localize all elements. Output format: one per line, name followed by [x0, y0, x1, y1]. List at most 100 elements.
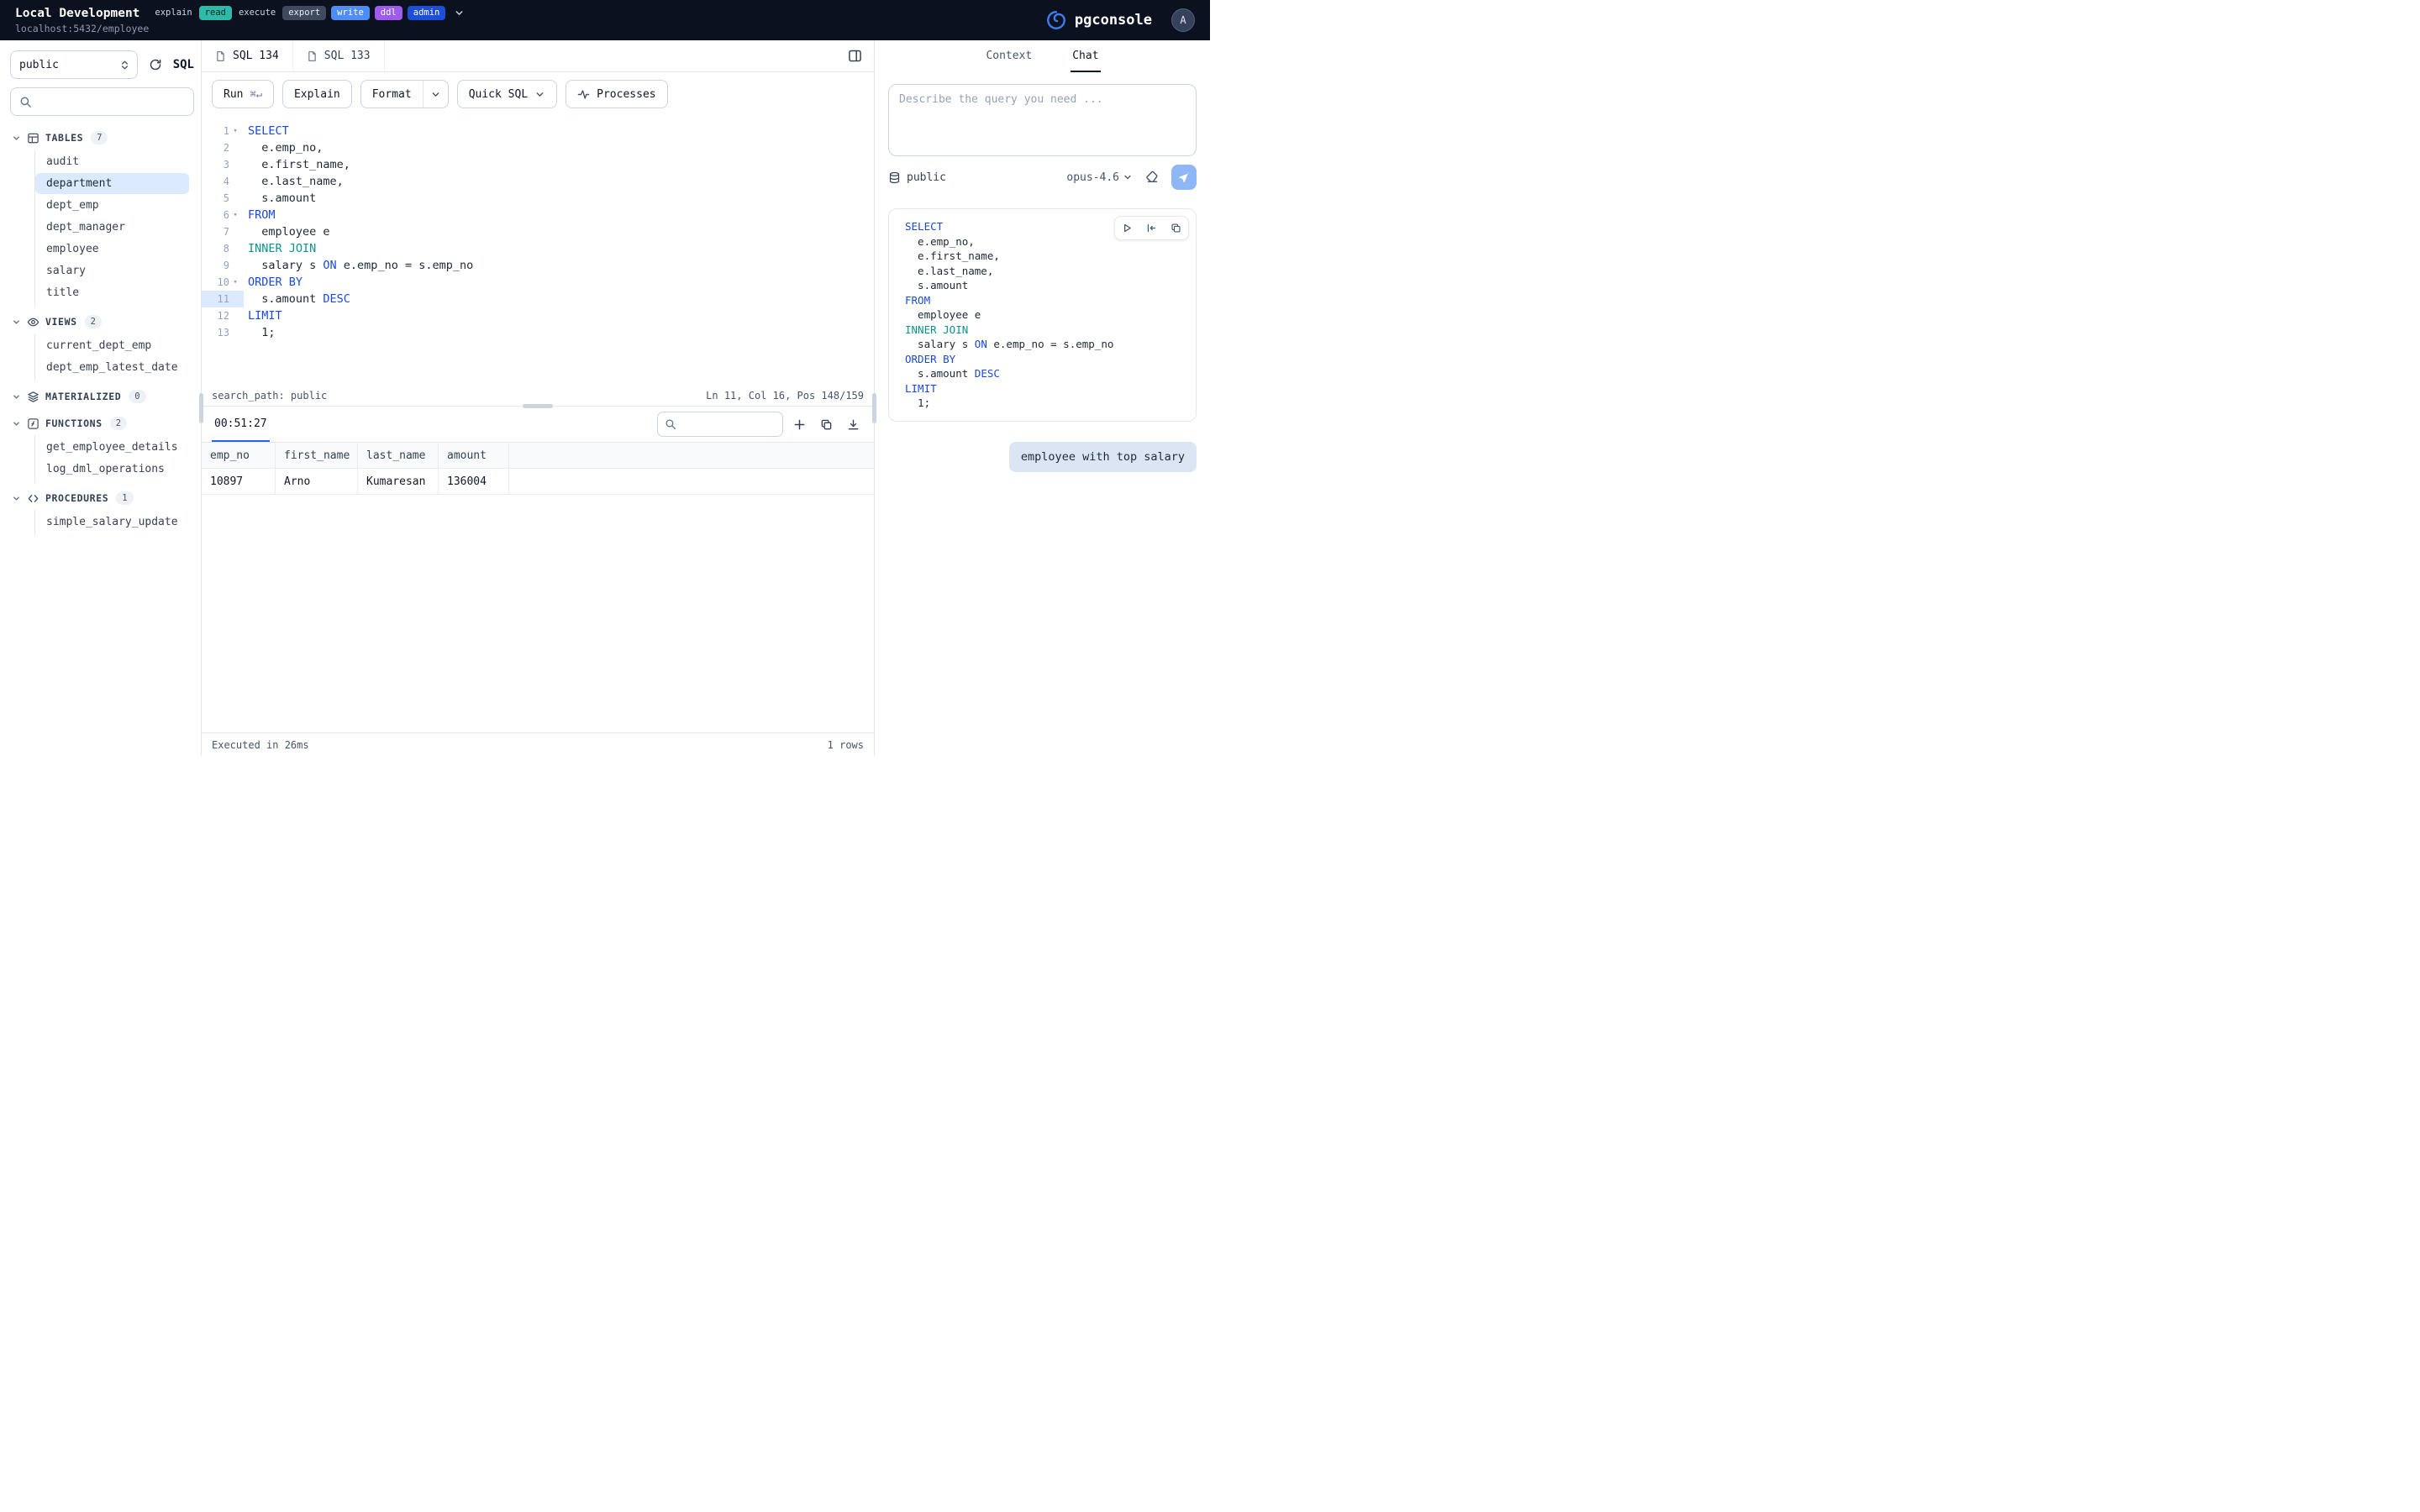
column-header-last_name[interactable]: last_name — [358, 443, 439, 468]
sql-mode-toggle[interactable]: SQL — [173, 58, 194, 71]
line-number: 8 — [224, 240, 229, 257]
avatar[interactable]: A — [1171, 8, 1195, 32]
line-gutter[interactable]: 8 — [202, 240, 244, 257]
code-line-7[interactable]: 7 employee e — [202, 223, 874, 240]
tree-item-current_dept_emp[interactable]: current_dept_emp — [35, 335, 189, 356]
run-snippet-button[interactable] — [1115, 217, 1139, 239]
format-button[interactable]: Format — [360, 80, 449, 108]
editor-tab-sql-133[interactable]: SQL 133 — [293, 40, 385, 71]
add-result-tab-button[interactable] — [788, 413, 810, 435]
editor-results-resize-handle[interactable] — [523, 404, 553, 408]
fold-toggle-icon[interactable]: ▾ — [231, 123, 239, 139]
send-button[interactable] — [1171, 165, 1197, 190]
chevron-down-icon — [534, 89, 545, 100]
code-line-1[interactable]: 1▾SELECT — [202, 123, 874, 139]
code-line-4[interactable]: 4 e.last_name, — [202, 173, 874, 190]
code-line-3[interactable]: 3 e.first_name, — [202, 156, 874, 173]
tree-item-get_employee_details[interactable]: get_employee_details — [35, 437, 189, 458]
code-line-13[interactable]: 13 1; — [202, 324, 874, 341]
line-gutter[interactable]: 6▾ — [202, 207, 244, 223]
tree-item-dept_emp[interactable]: dept_emp — [35, 195, 189, 216]
tree-section-header-views[interactable]: VIEWS2 — [10, 310, 194, 333]
context-schema-chip[interactable]: public — [888, 171, 946, 184]
code-text: e.emp_no, — [901, 234, 975, 249]
result-row[interactable]: 10897ArnoKumaresan136004 — [202, 469, 874, 495]
assistant-tab-context[interactable]: Context — [984, 40, 1034, 72]
copy-snippet-button[interactable] — [1164, 217, 1188, 239]
code-line-6[interactable]: 6▾FROM — [202, 207, 874, 223]
tree-item-title[interactable]: title — [35, 282, 189, 303]
line-gutter[interactable]: 13 — [202, 324, 244, 341]
line-gutter[interactable]: 5 — [202, 190, 244, 207]
tree-item-dept_manager[interactable]: dept_manager — [35, 217, 189, 238]
line-gutter[interactable]: 3 — [202, 156, 244, 173]
chevron-down-icon[interactable] — [454, 8, 465, 18]
line-gutter[interactable]: 7 — [202, 223, 244, 240]
quick-sql-button[interactable]: Quick SQL — [457, 80, 557, 108]
code-line-10[interactable]: 10▾ORDER BY — [202, 274, 874, 291]
chevron-down-icon[interactable] — [423, 81, 448, 108]
column-header-first_name[interactable]: first_name — [276, 443, 358, 468]
tree-section-views: VIEWS2current_dept_empdept_emp_latest_da… — [10, 310, 194, 381]
sidebar-resize-handle[interactable] — [199, 393, 203, 423]
line-gutter[interactable]: 2 — [202, 139, 244, 156]
line-number: 5 — [224, 190, 229, 207]
tree-item-salary[interactable]: salary — [35, 260, 189, 281]
tree-item-simple_salary_update[interactable]: simple_salary_update — [35, 512, 189, 533]
insert-snippet-button[interactable] — [1139, 217, 1164, 239]
code-line-9[interactable]: 9 salary s ON e.emp_no = s.emp_no — [202, 257, 874, 274]
tree-section-header-tables[interactable]: TABLES7 — [10, 126, 194, 150]
tree-section-header-materialized[interactable]: MATERIALIZED0 — [10, 385, 194, 408]
code-line-10: ORDER BY — [901, 352, 1184, 367]
code-line-11[interactable]: 11 s.amount DESC — [202, 291, 874, 307]
sidebar-search-input[interactable] — [39, 96, 185, 108]
editor-toolbar: Run ⌘↵ Explain Format Quick SQL — [202, 72, 874, 116]
tree-item-department[interactable]: department — [35, 173, 189, 194]
code-text: s.amount DESC — [901, 366, 1000, 381]
column-header-emp_no[interactable]: emp_no — [202, 443, 276, 468]
column-header-amount[interactable]: amount — [439, 443, 509, 468]
result-timer-tab[interactable]: 00:51:27 — [212, 407, 270, 442]
explain-button[interactable]: Explain — [282, 80, 352, 108]
results-search-input[interactable] — [681, 418, 776, 431]
line-number: 10 — [218, 274, 229, 291]
chat-resize-handle[interactable] — [872, 393, 876, 423]
refresh-button[interactable] — [145, 54, 166, 76]
run-button[interactable]: Run ⌘↵ — [212, 80, 274, 108]
permission-badge-write: write — [331, 6, 370, 20]
code-line-3: e.first_name, — [901, 249, 1184, 264]
line-gutter[interactable]: 1▾ — [202, 123, 244, 139]
result-cell: Kumaresan — [358, 469, 439, 494]
model-select[interactable]: opus-4.6 — [1066, 171, 1133, 184]
editor-tab-sql-134[interactable]: SQL 134 — [202, 40, 293, 71]
result-cell: 10897 — [202, 469, 276, 494]
line-number: 3 — [224, 156, 229, 173]
tree-section-header-functions[interactable]: FUNCTIONS2 — [10, 412, 194, 435]
split-panel-button[interactable] — [844, 45, 865, 67]
code-line-12[interactable]: 12LIMIT — [202, 307, 874, 324]
line-gutter[interactable]: 10▾ — [202, 274, 244, 291]
tree-item-dept_emp_latest_date[interactable]: dept_emp_latest_date — [35, 357, 189, 378]
tree-item-log_dml_operations[interactable]: log_dml_operations — [35, 459, 189, 480]
line-gutter[interactable]: 12 — [202, 307, 244, 324]
assistant-tab-chat[interactable]: Chat — [1071, 40, 1100, 72]
code-line-5[interactable]: 5 s.amount — [202, 190, 874, 207]
fold-toggle-icon[interactable]: ▾ — [231, 207, 239, 223]
processes-button[interactable]: Processes — [566, 80, 667, 108]
schema-select[interactable]: public — [10, 50, 138, 79]
download-results-button[interactable] — [842, 413, 864, 435]
fold-toggle-icon[interactable]: ▾ — [231, 274, 239, 291]
chat-input[interactable] — [888, 84, 1197, 156]
clear-chat-button[interactable] — [1140, 165, 1164, 189]
copy-results-button[interactable] — [815, 413, 837, 435]
line-gutter[interactable]: 4 — [202, 173, 244, 190]
sql-editor[interactable]: 1▾SELECT2 e.emp_no,3 e.first_name,4 e.la… — [202, 116, 874, 385]
code-line-2[interactable]: 2 e.emp_no, — [202, 139, 874, 156]
code-text: e.last_name, — [244, 173, 344, 190]
code-line-8[interactable]: 8INNER JOIN — [202, 240, 874, 257]
tree-item-employee[interactable]: employee — [35, 239, 189, 260]
line-gutter[interactable]: 9 — [202, 257, 244, 274]
tree-item-audit[interactable]: audit — [35, 151, 189, 172]
line-gutter[interactable]: 11 — [202, 291, 244, 307]
tree-section-header-procedures[interactable]: PROCEDURES1 — [10, 486, 194, 510]
